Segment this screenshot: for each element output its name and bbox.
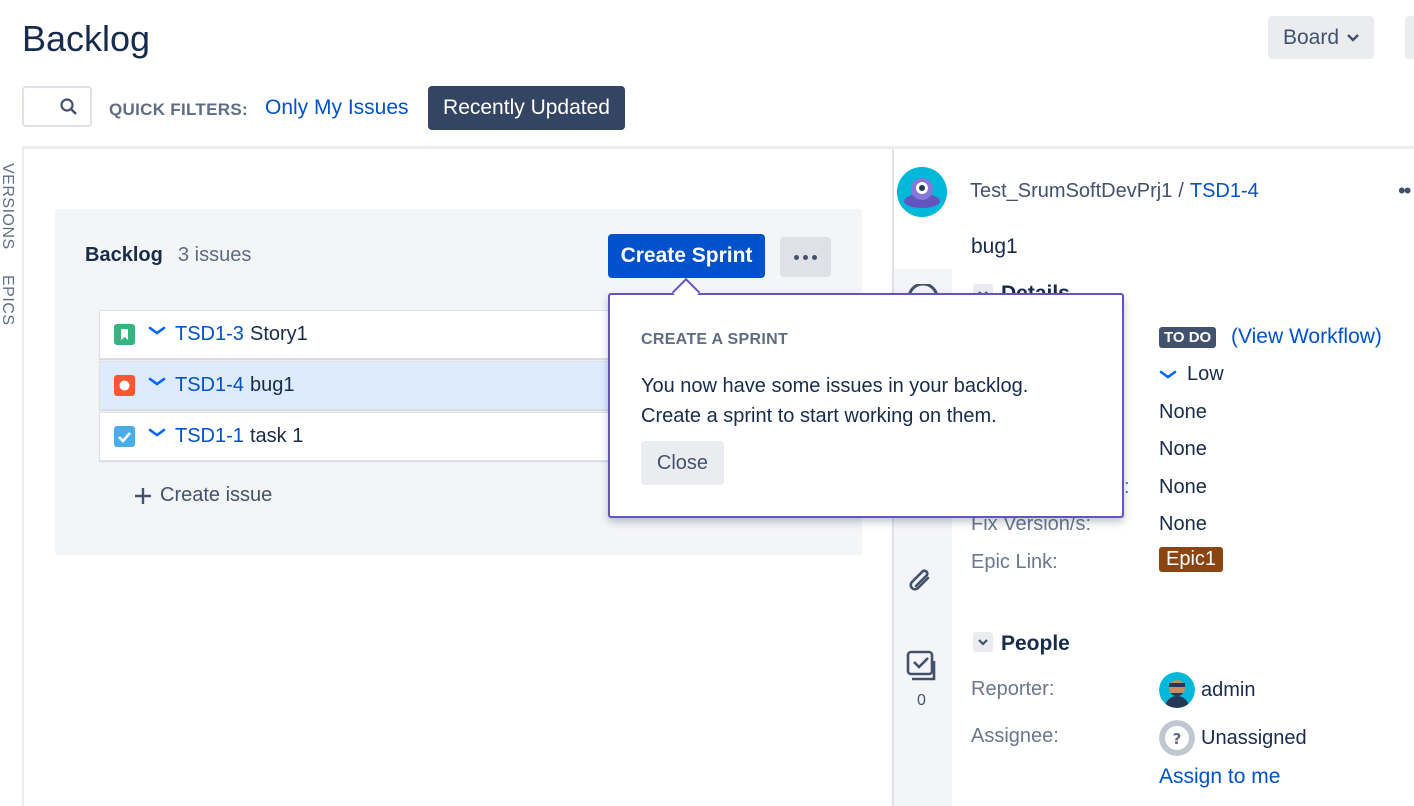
view-workflow-link[interactable]: (View Workflow) <box>1231 325 1382 349</box>
list-item[interactable]: TSD1-4 bug1 <box>99 361 639 410</box>
assign-to-me-link[interactable]: Assign to me <box>1159 765 1280 789</box>
priority-low-icon <box>148 428 166 437</box>
task-icon <box>114 426 135 447</box>
priority-value: Low <box>1187 363 1224 385</box>
filter-recently-updated[interactable]: Recently Updated <box>428 86 625 130</box>
divider <box>22 149 24 806</box>
breadcrumb-issue-key[interactable]: TSD1-4 <box>1190 180 1259 202</box>
filter-only-my-issues[interactable]: Only My Issues <box>265 96 409 120</box>
chevron-down-icon <box>978 638 988 646</box>
more-dot <box>812 254 817 260</box>
breadcrumb-separator: / <box>1178 180 1184 202</box>
priority-field[interactable]: Low <box>1159 363 1224 386</box>
breadcrumb-project[interactable]: Test_SrumSoftDevPrj1 <box>970 180 1172 202</box>
popup-heading: CREATE A SPRINT <box>641 331 789 348</box>
create-sprint-popup: CREATE A SPRINT You now have some issues… <box>608 293 1124 518</box>
project-avatar[interactable] <box>897 167 947 217</box>
issue-summary: Story1 <box>250 323 308 345</box>
assignee-label: Assignee: <box>971 725 1059 747</box>
issue-key[interactable]: TSD1-1 <box>175 425 244 448</box>
checklist-icon[interactable] <box>905 649 939 683</box>
close-button[interactable]: Close <box>641 441 724 485</box>
reporter-label: Reporter: <box>971 678 1055 700</box>
epic-link-label: Epic Link: <box>971 551 1058 573</box>
search-icon <box>60 98 77 115</box>
more-options-button[interactable] <box>780 237 831 277</box>
page-title: Backlog <box>22 18 151 59</box>
attachment-icon[interactable] <box>906 566 936 598</box>
create-issue-label: Create issue <box>160 484 273 506</box>
issue-key[interactable]: TSD1-3 <box>175 323 244 346</box>
issue-count: 3 issues <box>178 244 252 266</box>
more-dot <box>803 254 808 260</box>
backlog-title: Backlog <box>85 244 163 266</box>
popup-text: You now have some issues in your backlog… <box>641 371 1101 431</box>
breadcrumb: Test_SrumSoftDevPrj1 / TSD1-4 <box>970 180 1259 203</box>
priority-low-icon <box>1159 370 1177 379</box>
reporter-field[interactable]: admin <box>1159 672 1255 708</box>
reporter-name: admin <box>1201 678 1256 701</box>
field-value[interactable]: None <box>1159 401 1207 424</box>
checklist-count: 0 <box>917 692 926 709</box>
issue-summary: task 1 <box>250 425 304 447</box>
unassigned-avatar-icon: ? <box>1159 720 1195 756</box>
story-icon <box>114 324 135 345</box>
chevron-down-icon <box>1347 33 1359 42</box>
tab-epics[interactable]: EPICS <box>0 275 16 326</box>
search-input[interactable] <box>22 86 92 127</box>
list-item[interactable]: TSD1-3 Story1 <box>99 310 639 359</box>
more-dot <box>794 254 799 260</box>
avatar <box>1159 672 1195 708</box>
field-value[interactable]: None <box>1159 476 1207 499</box>
tab-versions[interactable]: VERSIONS <box>0 163 16 250</box>
detail-more-icon[interactable]: •• <box>1398 178 1411 204</box>
list-item[interactable]: TSD1-1 task 1 <box>99 412 639 461</box>
board-button-label: Board <box>1282 25 1340 49</box>
bug-icon <box>114 375 135 396</box>
board-button[interactable]: Board <box>1268 16 1374 59</box>
assignee-field[interactable]: ? Unassigned <box>1159 720 1307 756</box>
people-toggle[interactable] <box>973 632 993 652</box>
svg-text:?: ? <box>1173 730 1182 748</box>
detail-summary[interactable]: bug1 <box>971 235 1018 259</box>
epic-link-badge[interactable]: Epic1 <box>1159 547 1224 572</box>
issue-summary: bug1 <box>250 374 295 396</box>
create-issue-button[interactable]: Create issue <box>134 484 272 507</box>
status-badge[interactable]: TO DO <box>1159 327 1217 348</box>
quick-filters-label: QUICK FILTERS: <box>109 100 248 119</box>
view-options-button[interactable] <box>1405 16 1414 59</box>
assignee-name: Unassigned <box>1201 726 1307 749</box>
popup-text-line: You now have some issues in your backlog… <box>641 375 1029 397</box>
issue-key[interactable]: TSD1-4 <box>175 374 244 397</box>
plus-icon <box>135 487 151 504</box>
priority-low-icon <box>148 326 166 335</box>
field-value[interactable]: None <box>1159 438 1207 461</box>
create-sprint-button[interactable]: Create Sprint <box>608 234 765 278</box>
people-section-title: People <box>1001 632 1070 655</box>
divider <box>22 146 1414 149</box>
priority-low-icon <box>148 377 166 386</box>
fix-version-value[interactable]: None <box>1159 513 1207 536</box>
popup-text-line: Create a sprint to start working on them… <box>641 405 997 427</box>
